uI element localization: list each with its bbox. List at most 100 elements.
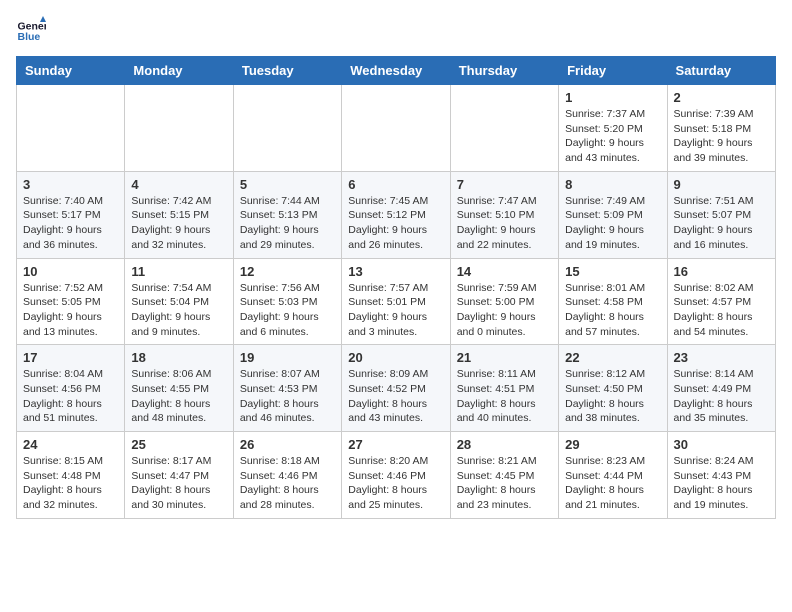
- calendar-cell: 22 Sunrise: 8:12 AMSunset: 4:50 PMDayligh…: [559, 345, 667, 432]
- calendar-cell: 8 Sunrise: 7:49 AMSunset: 5:09 PMDaylight…: [559, 171, 667, 258]
- header-sunday: Sunday: [17, 57, 125, 85]
- day-number: 14: [457, 264, 552, 279]
- day-number: 6: [348, 177, 443, 192]
- calendar-cell: [450, 85, 558, 172]
- page-header: General Blue: [16, 16, 776, 46]
- logo: General Blue: [16, 16, 46, 46]
- day-number: 10: [23, 264, 118, 279]
- day-number: 11: [131, 264, 226, 279]
- day-number: 7: [457, 177, 552, 192]
- logo-icon: General Blue: [16, 16, 46, 46]
- day-info: Sunrise: 7:57 AMSunset: 5:01 PMDaylight:…: [348, 281, 443, 340]
- calendar-cell: 16 Sunrise: 8:02 AMSunset: 4:57 PMDayligh…: [667, 258, 775, 345]
- header-thursday: Thursday: [450, 57, 558, 85]
- day-info: Sunrise: 8:14 AMSunset: 4:49 PMDaylight:…: [674, 367, 769, 426]
- day-info: Sunrise: 7:37 AMSunset: 5:20 PMDaylight:…: [565, 107, 660, 166]
- calendar-cell: [125, 85, 233, 172]
- day-info: Sunrise: 8:07 AMSunset: 4:53 PMDaylight:…: [240, 367, 335, 426]
- calendar-cell: 27 Sunrise: 8:20 AMSunset: 4:46 PMDayligh…: [342, 432, 450, 519]
- calendar-cell: 12 Sunrise: 7:56 AMSunset: 5:03 PMDayligh…: [233, 258, 341, 345]
- header-friday: Friday: [559, 57, 667, 85]
- calendar-cell: [342, 85, 450, 172]
- week-row-1: 3 Sunrise: 7:40 AMSunset: 5:17 PMDaylight…: [17, 171, 776, 258]
- day-number: 23: [674, 350, 769, 365]
- day-info: Sunrise: 8:21 AMSunset: 4:45 PMDaylight:…: [457, 454, 552, 513]
- calendar-cell: [233, 85, 341, 172]
- day-info: Sunrise: 7:47 AMSunset: 5:10 PMDaylight:…: [457, 194, 552, 253]
- day-info: Sunrise: 8:12 AMSunset: 4:50 PMDaylight:…: [565, 367, 660, 426]
- day-number: 5: [240, 177, 335, 192]
- day-number: 22: [565, 350, 660, 365]
- day-info: Sunrise: 8:06 AMSunset: 4:55 PMDaylight:…: [131, 367, 226, 426]
- week-row-4: 24 Sunrise: 8:15 AMSunset: 4:48 PMDayligh…: [17, 432, 776, 519]
- day-number: 24: [23, 437, 118, 452]
- week-row-2: 10 Sunrise: 7:52 AMSunset: 5:05 PMDayligh…: [17, 258, 776, 345]
- day-number: 21: [457, 350, 552, 365]
- day-number: 17: [23, 350, 118, 365]
- day-number: 15: [565, 264, 660, 279]
- day-info: Sunrise: 8:24 AMSunset: 4:43 PMDaylight:…: [674, 454, 769, 513]
- day-number: 9: [674, 177, 769, 192]
- day-info: Sunrise: 7:49 AMSunset: 5:09 PMDaylight:…: [565, 194, 660, 253]
- calendar-cell: 30Sunrise: 8:24 AMSunset: 4:43 PMDayligh…: [667, 432, 775, 519]
- header-tuesday: Tuesday: [233, 57, 341, 85]
- day-number: 29: [565, 437, 660, 452]
- calendar-cell: 4 Sunrise: 7:42 AMSunset: 5:15 PMDaylight…: [125, 171, 233, 258]
- day-number: 20: [348, 350, 443, 365]
- calendar-cell: 13 Sunrise: 7:57 AMSunset: 5:01 PMDayligh…: [342, 258, 450, 345]
- day-info: Sunrise: 8:18 AMSunset: 4:46 PMDaylight:…: [240, 454, 335, 513]
- day-info: Sunrise: 7:40 AMSunset: 5:17 PMDaylight:…: [23, 194, 118, 253]
- calendar-cell: 11 Sunrise: 7:54 AMSunset: 5:04 PMDayligh…: [125, 258, 233, 345]
- day-info: Sunrise: 8:04 AMSunset: 4:56 PMDaylight:…: [23, 367, 118, 426]
- day-info: Sunrise: 7:39 AMSunset: 5:18 PMDaylight:…: [674, 107, 769, 166]
- day-info: Sunrise: 8:09 AMSunset: 4:52 PMDaylight:…: [348, 367, 443, 426]
- day-info: Sunrise: 8:20 AMSunset: 4:46 PMDaylight:…: [348, 454, 443, 513]
- calendar-cell: 23 Sunrise: 8:14 AMSunset: 4:49 PMDayligh…: [667, 345, 775, 432]
- calendar-cell: 2 Sunrise: 7:39 AMSunset: 5:18 PMDaylight…: [667, 85, 775, 172]
- day-number: 18: [131, 350, 226, 365]
- day-number: 2: [674, 90, 769, 105]
- day-number: 4: [131, 177, 226, 192]
- calendar-cell: 24 Sunrise: 8:15 AMSunset: 4:48 PMDayligh…: [17, 432, 125, 519]
- week-row-3: 17 Sunrise: 8:04 AMSunset: 4:56 PMDayligh…: [17, 345, 776, 432]
- week-row-0: 1Sunrise: 7:37 AMSunset: 5:20 PMDaylight…: [17, 85, 776, 172]
- header-monday: Monday: [125, 57, 233, 85]
- calendar-cell: 10 Sunrise: 7:52 AMSunset: 5:05 PMDayligh…: [17, 258, 125, 345]
- day-info: Sunrise: 8:15 AMSunset: 4:48 PMDaylight:…: [23, 454, 118, 513]
- day-number: 8: [565, 177, 660, 192]
- day-info: Sunrise: 7:56 AMSunset: 5:03 PMDaylight:…: [240, 281, 335, 340]
- day-number: 27: [348, 437, 443, 452]
- calendar-cell: 26 Sunrise: 8:18 AMSunset: 4:46 PMDayligh…: [233, 432, 341, 519]
- calendar-cell: 19 Sunrise: 8:07 AMSunset: 4:53 PMDayligh…: [233, 345, 341, 432]
- day-info: Sunrise: 8:01 AMSunset: 4:58 PMDaylight:…: [565, 281, 660, 340]
- day-info: Sunrise: 7:52 AMSunset: 5:05 PMDaylight:…: [23, 281, 118, 340]
- day-number: 19: [240, 350, 335, 365]
- day-number: 16: [674, 264, 769, 279]
- calendar-cell: 15 Sunrise: 8:01 AMSunset: 4:58 PMDayligh…: [559, 258, 667, 345]
- day-number: 26: [240, 437, 335, 452]
- calendar-table: SundayMondayTuesdayWednesdayThursdayFrid…: [16, 56, 776, 519]
- day-number: 13: [348, 264, 443, 279]
- calendar-cell: 20 Sunrise: 8:09 AMSunset: 4:52 PMDayligh…: [342, 345, 450, 432]
- calendar-cell: 9 Sunrise: 7:51 AMSunset: 5:07 PMDaylight…: [667, 171, 775, 258]
- day-info: Sunrise: 7:44 AMSunset: 5:13 PMDaylight:…: [240, 194, 335, 253]
- calendar-cell: 18 Sunrise: 8:06 AMSunset: 4:55 PMDayligh…: [125, 345, 233, 432]
- day-number: 3: [23, 177, 118, 192]
- header-saturday: Saturday: [667, 57, 775, 85]
- day-info: Sunrise: 8:02 AMSunset: 4:57 PMDaylight:…: [674, 281, 769, 340]
- day-info: Sunrise: 7:54 AMSunset: 5:04 PMDaylight:…: [131, 281, 226, 340]
- day-number: 25: [131, 437, 226, 452]
- header-wednesday: Wednesday: [342, 57, 450, 85]
- svg-text:Blue: Blue: [18, 31, 41, 43]
- day-info: Sunrise: 7:59 AMSunset: 5:00 PMDaylight:…: [457, 281, 552, 340]
- day-number: 12: [240, 264, 335, 279]
- calendar-cell: 3 Sunrise: 7:40 AMSunset: 5:17 PMDaylight…: [17, 171, 125, 258]
- days-header-row: SundayMondayTuesdayWednesdayThursdayFrid…: [17, 57, 776, 85]
- calendar-cell: [17, 85, 125, 172]
- day-info: Sunrise: 7:51 AMSunset: 5:07 PMDaylight:…: [674, 194, 769, 253]
- day-info: Sunrise: 7:42 AMSunset: 5:15 PMDaylight:…: [131, 194, 226, 253]
- day-info: Sunrise: 7:45 AMSunset: 5:12 PMDaylight:…: [348, 194, 443, 253]
- calendar-cell: 29Sunrise: 8:23 AMSunset: 4:44 PMDayligh…: [559, 432, 667, 519]
- calendar-cell: 28 Sunrise: 8:21 AMSunset: 4:45 PMDayligh…: [450, 432, 558, 519]
- day-number: 28: [457, 437, 552, 452]
